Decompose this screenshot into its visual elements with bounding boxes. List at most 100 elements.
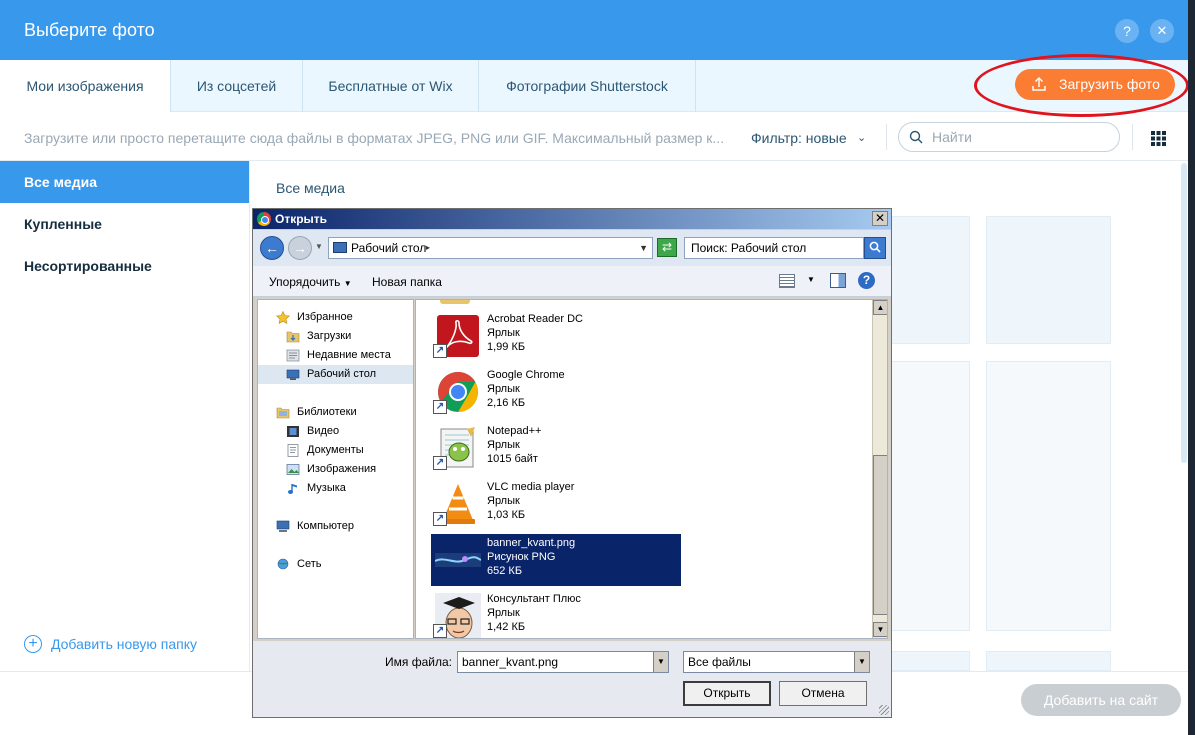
content-scrollbar[interactable] — [1181, 163, 1187, 463]
file-dialog-titlebar: Открыть ✕ — [253, 209, 891, 229]
nav-label: Изображения — [307, 463, 377, 475]
address-bar-row: ← → ▼ Рабочий стол ▸ ▼ ⇄ Поиск: Рабочий … — [253, 230, 891, 266]
refresh-button[interactable]: ⇄ — [657, 238, 677, 257]
file-name-input[interactable]: banner_kvant.png ▼ — [457, 651, 669, 673]
star-icon — [276, 311, 290, 324]
file-name-dropdown-icon[interactable]: ▼ — [653, 652, 668, 672]
file-size: 1,42 КБ — [487, 621, 526, 633]
file-item[interactable]: ↗ Консультант Плюс Ярлык 1,42 КБ — [431, 590, 681, 638]
shortcut-arrow-icon: ↗ — [433, 400, 447, 414]
file-item[interactable]: ↗ VLC media player Ярлык 1,03 КБ — [431, 478, 681, 530]
tab-free-wix[interactable]: Бесплатные от Wix — [303, 60, 479, 112]
media-thumbnail[interactable] — [880, 361, 970, 631]
chrome-icon — [257, 212, 271, 226]
search-field[interactable]: Найти — [898, 122, 1120, 152]
recent-places-icon — [286, 349, 300, 362]
sidebar-item-all-media[interactable]: Все медиа — [0, 161, 249, 203]
nav-item-libraries[interactable]: Библиотеки — [276, 403, 357, 422]
add-to-site-button[interactable]: Добавить на сайт — [1021, 684, 1181, 716]
dialog-title: Выберите фото — [24, 20, 155, 40]
libraries-icon — [276, 407, 290, 419]
address-bar[interactable]: Рабочий стол ▸ ▼ — [328, 237, 653, 259]
close-button[interactable]: ✕ — [1150, 19, 1174, 43]
navigation-pane: Избранное Загрузки Недавние места Рабочи… — [257, 299, 414, 639]
history-dropdown-icon[interactable]: ▼ — [315, 242, 323, 251]
file-item[interactable]: ↗ Acrobat Reader DC Ярлык 1,99 КБ — [431, 310, 681, 362]
nav-item-favorites[interactable]: Избранное — [276, 308, 353, 327]
view-dropdown-icon[interactable]: ▼ — [807, 275, 815, 284]
file-dialog-close-button[interactable]: ✕ — [872, 211, 888, 226]
file-name: VLC media player — [487, 481, 575, 493]
nav-item-images[interactable]: Изображения — [286, 460, 376, 479]
sidebar-item-unsorted[interactable]: Несортированные — [0, 245, 249, 287]
scroll-up-button[interactable]: ▲ — [873, 300, 887, 315]
file-name: Acrobat Reader DC — [487, 313, 583, 325]
shortcut-arrow-icon: ↗ — [433, 624, 447, 638]
file-type: Ярлык — [487, 383, 520, 395]
media-thumbnail[interactable] — [880, 216, 970, 344]
folder-search-input[interactable]: Поиск: Рабочий стол — [684, 237, 864, 259]
file-type: Ярлык — [487, 327, 520, 339]
folder-search-button[interactable] — [864, 237, 886, 259]
back-button[interactable]: ← — [260, 236, 284, 260]
open-button[interactable]: Открыть — [683, 681, 771, 706]
desktop-icon — [286, 369, 300, 380]
forward-button[interactable]: → — [288, 236, 312, 260]
tab-my-images[interactable]: Мои изображения — [0, 60, 171, 112]
sidebar-item-purchased[interactable]: Купленные — [0, 203, 249, 245]
nav-item-downloads[interactable]: Загрузки — [286, 327, 351, 346]
nav-label: Документы — [307, 444, 364, 456]
network-icon — [277, 558, 289, 570]
file-item-selected[interactable]: banner_kvant.png Рисунок PNG 652 КБ — [431, 534, 681, 586]
nav-item-video[interactable]: Видео — [286, 422, 339, 441]
organize-menu[interactable]: Упорядочить ▼ — [269, 275, 352, 289]
help-icon[interactable]: ? — [858, 272, 875, 289]
media-thumbnail[interactable] — [986, 651, 1111, 671]
filter-dropdown[interactable]: Фильтр: новые — [751, 130, 847, 146]
nav-label: Рабочий стол — [307, 368, 377, 380]
search-icon — [869, 241, 881, 253]
search-input[interactable]: Найти — [932, 129, 972, 145]
media-thumbnail[interactable] — [986, 216, 1111, 344]
file-type-dropdown-icon[interactable]: ▼ — [854, 652, 869, 672]
cancel-button[interactable]: Отмена — [779, 681, 867, 706]
add-folder-button[interactable]: + Добавить новую папку — [24, 635, 197, 653]
file-list-scrollbar[interactable]: ▲ ▼ — [872, 300, 887, 638]
command-bar: Упорядочить ▼ Новая папка ▼ ? — [253, 266, 891, 297]
nav-item-documents[interactable]: Документы — [286, 441, 364, 460]
tab-shutterstock[interactable]: Фотографии Shutterstock — [479, 60, 696, 112]
png-thumbnail-icon — [435, 553, 481, 567]
media-thumbnail[interactable] — [880, 651, 970, 671]
help-button[interactable]: ? — [1115, 19, 1139, 43]
file-size: 1,99 КБ — [487, 341, 526, 353]
preview-pane-icon[interactable] — [830, 273, 846, 288]
file-open-dialog: Открыть ✕ ← → ▼ Рабочий стол ▸ ▼ ⇄ Поиск… — [252, 208, 892, 718]
documents-icon — [287, 444, 299, 457]
new-folder-button[interactable]: Новая папка — [372, 275, 442, 289]
nav-label: Музыка — [307, 482, 346, 494]
resize-grip-icon[interactable] — [879, 705, 889, 715]
nav-item-music[interactable]: Музыка — [286, 479, 346, 498]
file-name: Google Chrome — [487, 369, 565, 381]
breadcrumb-caret-icon[interactable]: ▸ — [426, 238, 430, 258]
scroll-down-button[interactable]: ▼ — [873, 622, 887, 637]
file-type-select[interactable]: Все файлы ▼ — [683, 651, 870, 673]
file-item[interactable]: ↗ Notepad++ Ярлык 1015 байт — [431, 422, 681, 474]
media-thumbnail[interactable] — [986, 361, 1111, 631]
nav-item-desktop[interactable]: Рабочий стол — [258, 365, 413, 384]
view-mode-icon[interactable] — [779, 274, 795, 288]
shortcut-arrow-icon: ↗ — [433, 344, 447, 358]
grid-view-icon[interactable] — [1151, 131, 1166, 146]
address-dropdown-icon[interactable]: ▼ — [639, 238, 648, 258]
tab-social[interactable]: Из соцсетей — [171, 60, 303, 112]
file-dialog-bottom: Имя файла: banner_kvant.png ▼ Все файлы … — [253, 641, 891, 717]
file-type: Ярлык — [487, 495, 520, 507]
nav-item-computer[interactable]: Компьютер — [276, 517, 354, 536]
nav-item-recent[interactable]: Недавние места — [286, 346, 391, 365]
nav-item-network[interactable]: Сеть — [276, 555, 321, 574]
divider — [1132, 124, 1133, 150]
desktop-icon — [333, 242, 347, 253]
dialog-header: Выберите фото ? ✕ — [0, 0, 1188, 60]
scroll-thumb[interactable] — [873, 455, 887, 615]
file-item[interactable]: ↗ Google Chrome Ярлык 2,16 КБ — [431, 366, 681, 418]
